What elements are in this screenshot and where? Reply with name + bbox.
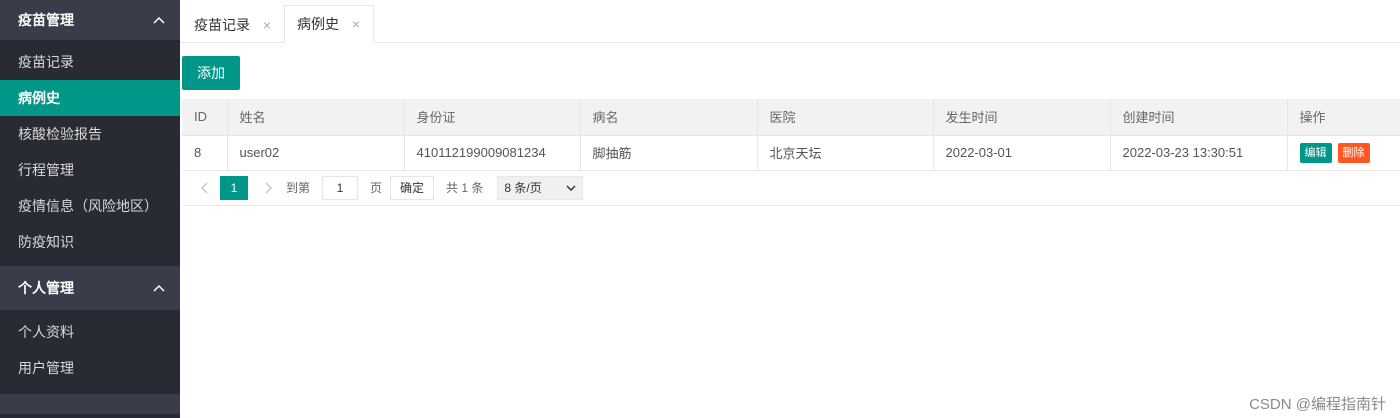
close-icon[interactable]: ×: [262, 17, 272, 33]
menu-list-personal: 个人资料 用户管理: [0, 310, 180, 394]
column-header-id[interactable]: ID: [182, 99, 228, 136]
cell-id: 8: [182, 135, 228, 171]
tab-label: 疫苗记录: [194, 16, 250, 33]
goto-suffix: 页: [370, 181, 383, 195]
sidebar: 疫苗管理 疫苗记录 病例史 核酸检验报告 行程管理 疫情信息（风险地区） 防疫知…: [0, 0, 180, 418]
menu-group-vaccine: 疫苗管理 疫苗记录 病例史 核酸检验报告 行程管理 疫情信息（风险地区） 防疫知…: [0, 0, 180, 266]
goto-confirm-button[interactable]: 确定: [390, 175, 435, 200]
cell-hospital: 北京天坛: [757, 135, 934, 171]
column-header-name[interactable]: 姓名: [227, 99, 405, 136]
menu-group-personal: 个人管理 个人资料 用户管理: [0, 266, 180, 394]
next-page-icon[interactable]: [256, 176, 280, 200]
menu-group-header-personal[interactable]: 个人管理: [0, 266, 180, 310]
cell-created: 2022-03-23 13:30:51: [1110, 135, 1288, 171]
sidebar-item-nucleic-report[interactable]: 核酸检验报告: [0, 116, 180, 152]
goto-prefix: 到第: [286, 181, 311, 195]
sidebar-item-user-management[interactable]: 用户管理: [0, 350, 180, 386]
column-header-id-card[interactable]: 身份证: [404, 99, 581, 136]
menu-group-header-vaccine[interactable]: 疫苗管理: [0, 0, 180, 40]
table-row[interactable]: 8 user02 410112199009081234 脚抽筋 北京天坛 202…: [182, 135, 1400, 171]
sidebar-item-itinerary[interactable]: 行程管理: [0, 152, 180, 188]
column-header-occurred[interactable]: 发生时间: [933, 99, 1111, 136]
medical-history-table: ID 姓名 身份证 病名 医院 发生时间 创建时间 操作 8 user02 41…: [182, 99, 1400, 171]
chevron-up-icon: [152, 281, 166, 295]
sidebar-item-prevention-knowledge[interactable]: 防疫知识: [0, 224, 180, 260]
tab-bar: 疫苗记录 × 病例史 ×: [180, 0, 1400, 43]
page-number-current[interactable]: 1: [220, 175, 248, 200]
tab-medical-history[interactable]: 病例史 ×: [284, 5, 374, 43]
watermark: CSDN @编程指南针: [1249, 396, 1386, 413]
cell-actions: 编辑 删除: [1287, 135, 1400, 171]
tab-label: 病例史: [297, 16, 339, 32]
sidebar-item-epidemic-info[interactable]: 疫情信息（风险地区）: [0, 188, 180, 224]
edit-button[interactable]: 编辑: [1299, 142, 1332, 163]
column-header-disease[interactable]: 病名: [580, 99, 758, 136]
column-header-created[interactable]: 创建时间: [1110, 99, 1288, 136]
cell-occurred: 2022-03-01: [933, 135, 1111, 171]
column-header-actions: 操作: [1287, 99, 1400, 136]
cell-disease: 脚抽筋: [580, 135, 758, 171]
chevron-down-icon: [566, 184, 576, 191]
delete-button[interactable]: 删除: [1337, 142, 1370, 163]
main-content: 疫苗记录 × 病例史 × 添加 ID 姓名 身份证 病名 医院 发生时间 创建时…: [180, 0, 1400, 418]
column-header-hospital[interactable]: 医院: [757, 99, 934, 136]
table-header-row: ID 姓名 身份证 病名 医院 发生时间 创建时间 操作: [182, 99, 1400, 136]
menu-group-title: 个人管理: [18, 280, 74, 296]
menu-group-title: 疫苗管理: [18, 12, 74, 28]
sidebar-footer: [0, 394, 180, 414]
close-icon[interactable]: ×: [351, 16, 361, 32]
tab-vaccine-records[interactable]: 疫苗记录 ×: [182, 6, 284, 43]
pagination: 1 到第 页 确定 共 1 条 8 条/页: [182, 170, 1400, 206]
menu-list-vaccine: 疫苗记录 病例史 核酸检验报告 行程管理 疫情信息（风险地区） 防疫知识: [0, 40, 180, 266]
chevron-up-icon: [152, 13, 166, 27]
page-size-value: 8 条/页: [504, 181, 542, 195]
toolbar: 添加: [180, 43, 1400, 93]
sidebar-item-profile[interactable]: 个人资料: [0, 314, 180, 350]
sidebar-item-medical-history[interactable]: 病例史: [0, 80, 180, 116]
cell-name: user02: [227, 135, 405, 171]
page-size-select[interactable]: 8 条/页: [497, 175, 584, 200]
goto-page-input[interactable]: [322, 175, 359, 200]
add-button[interactable]: 添加: [182, 56, 240, 90]
sidebar-item-vaccine-records[interactable]: 疫苗记录: [0, 44, 180, 80]
prev-page-icon[interactable]: [192, 176, 216, 200]
total-count: 共 1 条: [446, 181, 484, 195]
cell-id-card: 410112199009081234: [404, 135, 581, 171]
